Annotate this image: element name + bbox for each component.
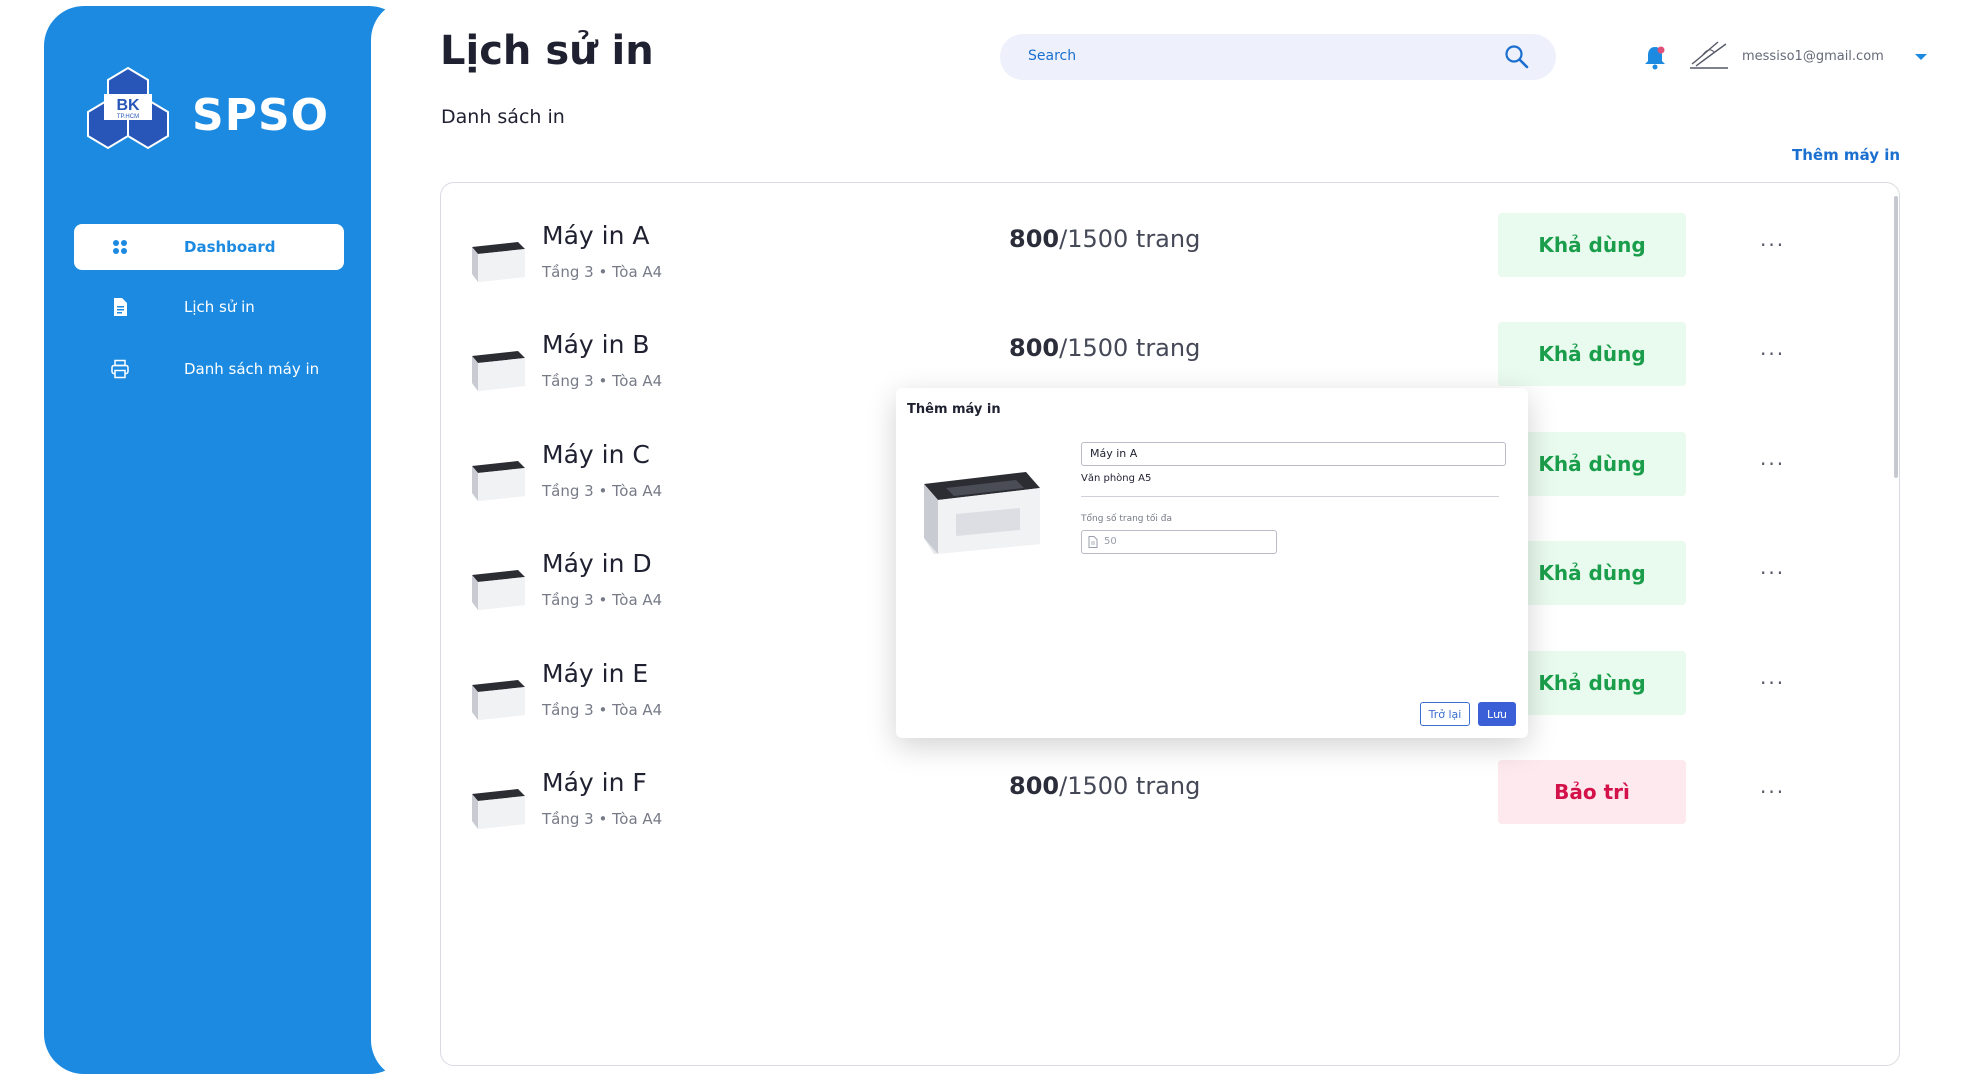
pages-total: /1500 trang (1059, 225, 1201, 253)
modal-divider (1081, 496, 1499, 497)
printer-thumbnail (472, 680, 525, 720)
nav-print-history-label: Lịch sử in (184, 298, 255, 316)
printer-location: Tầng 3 • Tòa A4 (542, 372, 663, 390)
printer-thumbnail (472, 242, 525, 282)
printer-thumbnail (472, 789, 525, 829)
printer-name: Máy in E (542, 659, 649, 688)
search-bar[interactable]: Search (1000, 34, 1556, 80)
printer-location: Tầng 3 • Tòa A4 (542, 591, 663, 609)
more-options-icon[interactable]: ··· (1760, 671, 1785, 695)
nav-dashboard[interactable]: Dashboard (74, 224, 344, 270)
pages-total: /1500 trang (1059, 772, 1201, 800)
grid-icon (113, 240, 127, 254)
printer-row[interactable]: Máy in F Tầng 3 • Tòa A4 800/1500 trang … (468, 760, 1808, 848)
document-icon (114, 298, 127, 316)
printer-name-field[interactable]: Máy in A (1081, 442, 1506, 466)
printer-image (924, 472, 1040, 554)
logo-text: BK (116, 97, 140, 114)
status-badge: Khả dùng (1498, 322, 1686, 386)
printer-location: Tầng 3 • Tòa A4 (542, 263, 663, 281)
add-printer-modal: Thêm máy in Máy in A Văn phòng A5 Tổng s… (896, 388, 1528, 738)
max-pages-label: Tổng số trang tối đa (1081, 514, 1172, 524)
status-badge: Khả dùng (1498, 213, 1686, 277)
printer-location: Tầng 3 • Tòa A4 (542, 810, 663, 828)
printer-icon (111, 359, 129, 379)
bell-icon[interactable] (1643, 44, 1667, 70)
printer-location: Tầng 3 • Tòa A4 (542, 482, 663, 500)
brand-name: SPSO (192, 90, 330, 141)
printer-location: Tầng 3 • Tòa A4 (542, 701, 663, 719)
search-icon[interactable] (1504, 44, 1530, 70)
printer-thumbnail (472, 461, 525, 501)
document-icon (1088, 536, 1098, 548)
search-input[interactable]: Search (1028, 48, 1076, 64)
back-button[interactable]: Trở lại (1420, 702, 1470, 726)
save-button[interactable]: Lưu (1478, 702, 1516, 726)
modal-title: Thêm máy in (907, 402, 1001, 417)
page-title: Lịch sử in (440, 28, 654, 74)
printer-name: Máy in A (542, 221, 650, 250)
max-pages-field[interactable]: 50 (1081, 530, 1277, 554)
nav-printer-list[interactable]: Danh sách máy in (74, 346, 344, 392)
sidebar (44, 6, 409, 1074)
printer-name: Máy in D (542, 549, 652, 578)
nav-dashboard-label: Dashboard (184, 238, 276, 256)
logo-subtext: TP.HCM (117, 114, 139, 120)
more-options-icon[interactable]: ··· (1760, 452, 1785, 476)
status-badge: Bảo trì (1498, 760, 1686, 824)
pages-total: /1500 trang (1059, 334, 1201, 362)
printer-name: Máy in C (542, 440, 650, 469)
printer-pages: 800/1500 trang (1009, 334, 1200, 362)
printer-thumbnail (472, 351, 525, 391)
nav-printer-list-label: Danh sách máy in (184, 360, 320, 378)
pages-used: 800 (1009, 772, 1060, 800)
chevron-down-icon[interactable] (1915, 54, 1927, 60)
bk-logo: BK TP.HCM (87, 66, 169, 150)
add-printer-link[interactable]: Thêm máy in (1792, 146, 1900, 164)
section-subtitle: Danh sách in (441, 106, 565, 128)
more-options-icon[interactable]: ··· (1760, 561, 1785, 585)
more-options-icon[interactable]: ··· (1760, 233, 1785, 257)
avatar[interactable] (1688, 38, 1730, 74)
user-email: messiso1@gmail.com (1742, 49, 1884, 64)
printer-name: Máy in F (542, 768, 647, 797)
nav-print-history[interactable]: Lịch sử in (74, 284, 344, 330)
pages-used: 800 (1009, 225, 1060, 253)
printer-row[interactable]: Máy in A Tầng 3 • Tòa A4 800/1500 trang … (468, 213, 1808, 301)
more-options-icon[interactable]: ··· (1760, 780, 1785, 804)
printer-pages: 800/1500 trang (1009, 772, 1200, 800)
printer-thumbnail (472, 570, 525, 610)
printer-name: Máy in B (542, 330, 650, 359)
pages-used: 800 (1009, 334, 1060, 362)
scrollbar[interactable] (1894, 196, 1898, 478)
max-pages-placeholder: 50 (1104, 536, 1117, 547)
main-corner (371, 0, 421, 1080)
printer-pages: 800/1500 trang (1009, 225, 1200, 253)
more-options-icon[interactable]: ··· (1760, 342, 1785, 366)
printer-location-text: Văn phòng A5 (1081, 473, 1152, 484)
